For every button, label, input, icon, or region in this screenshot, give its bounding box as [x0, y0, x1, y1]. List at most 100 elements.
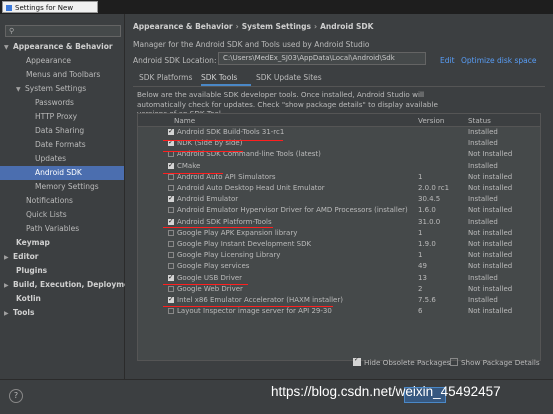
row-status: Not installed [468, 228, 513, 237]
sdk-tabs: SDK Platforms SDK Tools SDK Update Sites [133, 71, 545, 87]
sidebar-item-plugins[interactable]: Plugins [16, 264, 47, 278]
sidebar-item-label: Build, Execution, Deployment [13, 280, 139, 289]
edit-link[interactable]: Edit [440, 56, 455, 65]
sidebar-item-android-sdk[interactable]: Android SDK [0, 166, 124, 180]
sidebar-item-appearance-behavior[interactable]: ▼ Appearance & Behavior [4, 40, 113, 54]
row-checkbox[interactable] [168, 160, 174, 171]
sidebar-item-http-proxy[interactable]: HTTP Proxy [35, 110, 77, 124]
show-details-checkbox[interactable] [450, 358, 458, 366]
row-checkbox[interactable] [168, 263, 174, 270]
hide-obsolete-checkbox[interactable] [353, 356, 361, 366]
tab-sdk-platforms[interactable]: SDK Platforms [139, 73, 192, 82]
row-checkbox[interactable] [168, 272, 174, 283]
table-row[interactable]: Android Emulator Hypervisor Driver for A… [138, 205, 540, 216]
table-row[interactable]: Android Emulator 30.4.5 Installed [138, 193, 540, 205]
row-status: Installed [468, 161, 498, 170]
table-row[interactable]: Google Play Instant Development SDK 1.9.0… [138, 239, 540, 250]
sidebar-item-tools[interactable]: ▶ Tools [4, 306, 34, 320]
row-checkbox[interactable] [168, 207, 174, 214]
tab-sdk-tools[interactable]: SDK Tools [201, 73, 237, 82]
sdk-location-label: Android SDK Location: [133, 56, 217, 65]
optimize-disk-space-link[interactable]: Optimize disk space [461, 56, 537, 65]
sidebar-item-notifications[interactable]: Notifications [26, 194, 73, 208]
sidebar-item-label: Plugins [16, 266, 48, 275]
row-version: 7.5.6 [418, 296, 436, 304]
row-checkbox[interactable] [168, 252, 174, 259]
row-checkbox[interactable] [168, 241, 174, 247]
row-status: Not installed [468, 284, 513, 293]
hide-obsolete-option[interactable]: Hide Obsolete Packages [353, 356, 451, 367]
row-checkbox[interactable] [168, 126, 174, 137]
table-row[interactable]: Google Play Licensing Library 1 Not instal… [138, 250, 540, 261]
row-status: Not installed [468, 251, 513, 260]
sidebar-item-kotlin[interactable]: Kotlin [16, 292, 41, 306]
sidebar-item-label: Appearance & Behavior [13, 42, 113, 51]
chevron-down-icon: ▼ [4, 44, 9, 51]
sidebar-item-path-variables[interactable]: Path Variables [26, 222, 79, 236]
breadcrumb-separator: › [235, 22, 239, 31]
sidebar-item-system-settings[interactable]: ▼ System Settings [16, 82, 86, 96]
table-row[interactable]: CMake Installed [138, 160, 540, 172]
sidebar-item-label: Appearance [26, 56, 72, 65]
sidebar-item-data-sharing[interactable]: Data Sharing [35, 124, 84, 138]
row-name: Layout Inspector image server for API 29… [177, 307, 332, 316]
row-checkbox[interactable] [168, 137, 174, 148]
help-icon[interactable]: ? [9, 389, 23, 403]
row-checkbox[interactable] [168, 185, 174, 191]
column-header-version[interactable]: Version [418, 116, 444, 125]
table-row[interactable]: Google USB Driver 13 Installed [138, 272, 540, 284]
row-checkbox[interactable] [168, 216, 174, 227]
row-checkbox[interactable] [168, 308, 174, 315]
table-row[interactable]: Android SDK Build-Tools 31-rc1 Installed [138, 126, 540, 138]
breadcrumb-item[interactable]: System Settings [242, 22, 311, 31]
active-tab-indicator [201, 84, 251, 86]
tab-sdk-update-sites[interactable]: SDK Update Sites [256, 73, 322, 82]
annotation-underline [163, 306, 333, 307]
table-row[interactable]: Android SDK Platform-Tools 31.0.0 Installe… [138, 216, 540, 228]
sidebar-item-passwords[interactable]: Passwords [35, 96, 74, 110]
settings-panel: Appearance & Behavior › System Settings › An… [125, 14, 553, 379]
show-details-option[interactable]: Show Package Details [450, 358, 540, 367]
table-row[interactable]: Google Play APK Expansion library 1 Not in… [138, 228, 540, 239]
row-version: 1 [418, 172, 423, 181]
sidebar-item-appearance[interactable]: Appearance [26, 54, 71, 68]
breadcrumb-item[interactable]: Appearance & Behavior [133, 22, 233, 31]
sidebar-item-keymap[interactable]: Keymap [16, 236, 50, 250]
row-status: Not Installed [468, 150, 513, 159]
row-name: Google Play Licensing Library [177, 251, 281, 260]
row-checkbox[interactable] [168, 193, 174, 204]
table-row[interactable]: Google Web Driver 2 Not installed [138, 284, 540, 295]
sidebar-item-label: Menus and Toolbars [26, 70, 101, 79]
row-checkbox[interactable] [168, 229, 174, 236]
sidebar-item-build-execution-deployment[interactable]: ▶ Build, Execution, Deployment [4, 278, 138, 292]
table-row[interactable]: Android Auto Desktop Head Unit Emulator 2… [138, 183, 540, 194]
row-status: Not installed [468, 262, 513, 271]
sidebar-item-label: HTTP Proxy [35, 112, 78, 121]
sdk-location-field[interactable]: C:\Users\MedEx_SJ03\AppData\Local\Androi… [218, 52, 426, 65]
sidebar-item-updates[interactable]: Updates [35, 152, 66, 166]
window-tab[interactable]: Settings for New Projects [2, 1, 98, 24]
row-checkbox[interactable] [168, 151, 174, 158]
sidebar-item-editor[interactable]: ▶ Editor [4, 250, 39, 264]
row-name: Android Emulator [177, 195, 239, 204]
row-version: 6 [418, 307, 423, 316]
chevron-down-icon: ▼ [16, 86, 21, 93]
sidebar-item-date-formats[interactable]: Date Formats [35, 138, 86, 152]
table-row[interactable]: Intel x86 Emulator Accelerator (HAXM ins… [138, 294, 540, 306]
row-name: Android SDK Build-Tools 31-rc1 [177, 128, 285, 136]
search-input[interactable]: ⚲ [5, 25, 121, 37]
column-header-status[interactable]: Status [468, 116, 491, 125]
row-name: Google Play services [177, 262, 250, 271]
row-status: Installed [468, 139, 498, 148]
table-row[interactable]: Google Play services 49 Not installed [138, 261, 540, 272]
table-row[interactable]: Layout Inspector image server for API 29… [138, 306, 540, 317]
sidebar-item-menus-toolbars[interactable]: Menus and Toolbars [26, 68, 100, 82]
row-checkbox[interactable] [168, 285, 174, 292]
row-checkbox[interactable] [168, 173, 174, 180]
chevron-right-icon: ▶ [4, 254, 9, 261]
column-header-name[interactable]: Name [174, 116, 195, 125]
sidebar-item-quick-lists[interactable]: Quick Lists [26, 208, 67, 222]
row-checkbox[interactable] [168, 294, 174, 305]
row-version: 13 [418, 273, 427, 282]
sidebar-item-memory-settings[interactable]: Memory Settings [35, 180, 99, 194]
